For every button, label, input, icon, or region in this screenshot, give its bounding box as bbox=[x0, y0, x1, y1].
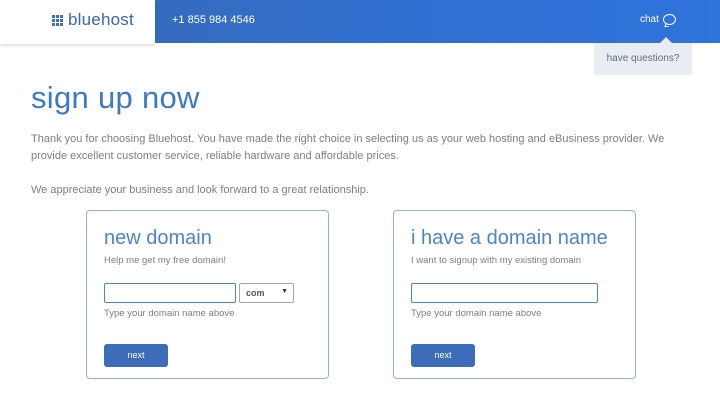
chevron-down-icon: ▼ bbox=[281, 288, 288, 295]
new-domain-hint: Type your domain name above bbox=[104, 308, 235, 319]
page-title: sign up now bbox=[31, 80, 200, 115]
new-domain-subtitle: Help me get my free domain! bbox=[104, 255, 226, 266]
intro-paragraph: Thank you for choosing Bluehost. You hav… bbox=[31, 133, 665, 162]
phone-number[interactable]: +1 855 984 4546 bbox=[172, 14, 255, 26]
existing-domain-hint: Type your domain name above bbox=[411, 308, 542, 319]
tld-selected-value: com bbox=[246, 288, 265, 298]
appreciation-paragraph: We appreciate your business and look for… bbox=[31, 184, 369, 196]
existing-domain-subtitle: I want to signup with my existing domain bbox=[411, 255, 582, 266]
have-questions-tab[interactable]: have questions? bbox=[594, 37, 692, 75]
chat-bubble-icon bbox=[662, 14, 676, 25]
tld-select[interactable]: com ▼ bbox=[239, 283, 294, 303]
existing-domain-next-button[interactable]: next bbox=[411, 344, 475, 367]
new-domain-card: new domain Help me get my free domain! c… bbox=[86, 210, 329, 379]
logo[interactable]: bluehost bbox=[0, 0, 155, 44]
existing-domain-card: i have a domain name I want to signup wi… bbox=[393, 210, 636, 379]
have-questions-label: have questions? bbox=[606, 53, 680, 64]
chat-label: chat bbox=[640, 14, 659, 25]
existing-domain-title: i have a domain name bbox=[411, 227, 608, 249]
grid-icon bbox=[52, 15, 63, 26]
existing-domain-input[interactable] bbox=[411, 283, 598, 303]
new-domain-input[interactable] bbox=[104, 283, 236, 303]
new-domain-next-button[interactable]: next bbox=[104, 344, 168, 367]
logo-text: bluehost bbox=[68, 10, 134, 29]
chat-link[interactable]: chat bbox=[640, 14, 676, 25]
new-domain-title: new domain bbox=[104, 227, 212, 249]
